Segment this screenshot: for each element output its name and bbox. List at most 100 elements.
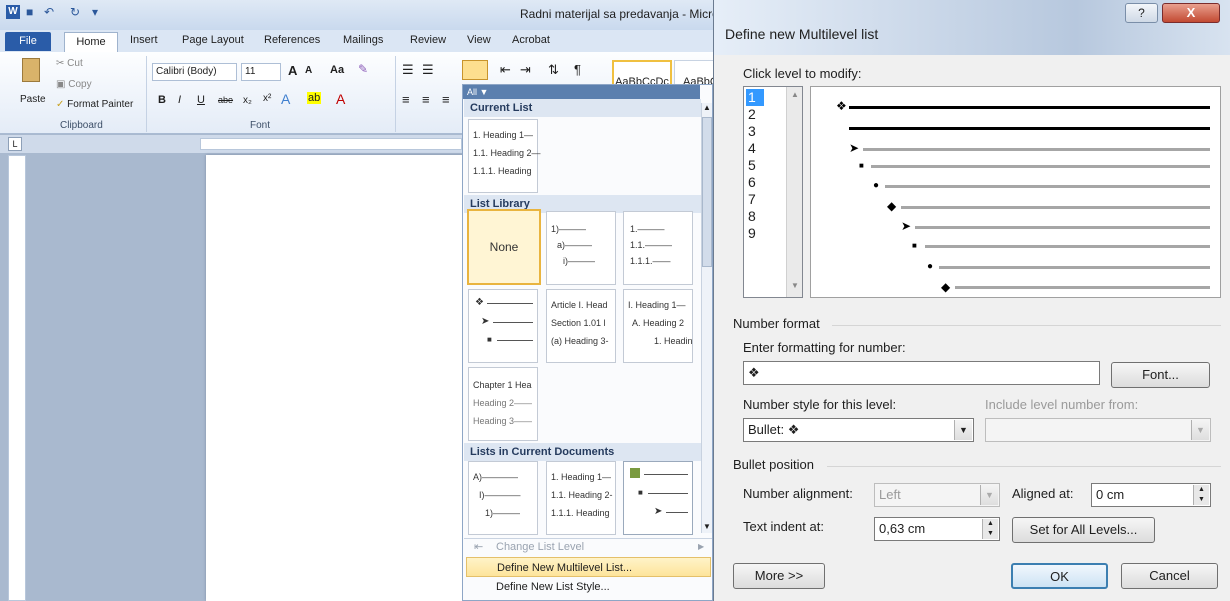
word-app-icon[interactable]: W (6, 5, 20, 19)
level-item[interactable]: 2 (746, 106, 786, 123)
font-name-combo[interactable]: Calibri (Body) (152, 63, 237, 81)
spinner-icon[interactable]: ▲ ▼ (1193, 485, 1209, 505)
tab-selector-icon[interactable]: L (8, 137, 22, 151)
list-library-article[interactable]: Article I. Head Section 1.01 l (a) Headi… (546, 289, 616, 363)
gallery-filter[interactable]: All ▼ (463, 85, 700, 99)
strikethrough-button[interactable]: abe (218, 95, 233, 105)
list-none[interactable]: None (467, 209, 541, 285)
format-painter-button[interactable]: ✓ Format Painter (56, 99, 133, 110)
ok-button[interactable]: OK (1011, 563, 1108, 589)
level-item[interactable]: 8 (746, 208, 786, 225)
tab-view[interactable]: View (467, 34, 491, 46)
align-left-icon[interactable]: ≡ (402, 92, 410, 107)
level-item[interactable]: 6 (746, 174, 786, 191)
sort-icon[interactable]: ⇅ (548, 62, 559, 78)
define-new-multilevel-list-item[interactable]: Define New Multilevel List... (466, 557, 711, 577)
scroll-up-icon[interactable]: ▲ (791, 90, 799, 99)
list-library-decimal[interactable]: 1.——— 1.1.——— 1.1.1.—— (623, 211, 693, 285)
cut-button[interactable]: ✂ Cut (56, 58, 83, 69)
tab-insert[interactable]: Insert (130, 34, 158, 46)
list-current-style[interactable]: 1. Heading 1— 1.1. Heading 2— 1.1.1. Hea… (468, 119, 541, 193)
undo-icon[interactable]: ↶ (44, 5, 54, 21)
change-list-level-item[interactable]: ⇤ Change List Level ▶ (466, 537, 711, 557)
chevron-down-icon[interactable]: ▼ (954, 420, 972, 440)
list-library-parenthesis[interactable]: 1)——— a)——— i)——— (546, 211, 616, 285)
highlight-icon[interactable]: ab (307, 92, 322, 104)
tab-acrobat[interactable]: Acrobat (512, 34, 550, 46)
ruler-track (200, 138, 462, 150)
chevron-down-icon[interactable]: ▼ (980, 485, 998, 505)
multilevel-list-button[interactable] (462, 60, 488, 80)
list-document-alpha[interactable]: A)———— I)———— 1)——— (468, 461, 538, 535)
show-marks-icon[interactable]: ¶ (574, 62, 581, 77)
paste-icon[interactable] (22, 58, 40, 82)
level-scrollbar[interactable]: ▲ ▼ (786, 87, 802, 297)
font-button[interactable]: Font... (1111, 362, 1210, 388)
list-library-roman[interactable]: I. Heading 1— A. Heading 2 1. Headin (623, 289, 693, 363)
bold-button[interactable]: B (158, 94, 166, 106)
define-new-list-style-item[interactable]: Define New List Style... (466, 577, 711, 597)
bullets-icon[interactable]: ☰ (402, 62, 414, 78)
increase-indent-icon[interactable]: ⇥ (520, 62, 531, 78)
superscript-button[interactable]: x² (263, 93, 271, 104)
tab-page-layout[interactable]: Page Layout (182, 34, 244, 46)
scroll-down-icon[interactable]: ▼ (791, 281, 799, 290)
number-style-select[interactable]: Bullet: ❖ ▼ (743, 418, 974, 442)
aligned-at-input[interactable]: 0 cm ▲ ▼ (1091, 483, 1211, 507)
vertical-ruler[interactable] (8, 155, 26, 601)
scroll-thumb[interactable] (702, 117, 712, 267)
level-item[interactable]: 7 (746, 191, 786, 208)
list-document-heading[interactable]: 1. Heading 1— 1.1. Heading 2- 1.1.1. Hea… (546, 461, 616, 535)
qat-customize-icon[interactable]: ▾ (92, 5, 98, 21)
font-size-combo[interactable]: 11 (241, 63, 281, 81)
redo-icon[interactable]: ↻ (70, 5, 80, 21)
preview-line (871, 165, 1210, 168)
gallery-scrollbar[interactable]: ▲ ▼ (701, 103, 712, 533)
subscript-button[interactable]: x₂ (243, 95, 252, 106)
level-list[interactable]: 1 2 3 4 5 6 7 8 9 ▲ ▼ (743, 86, 803, 298)
scroll-up-icon[interactable]: ▲ (703, 103, 711, 112)
italic-button[interactable]: I (178, 94, 181, 106)
number-alignment-value: Left (879, 487, 901, 502)
font-color-icon[interactable]: A (336, 91, 345, 107)
close-button[interactable]: X (1162, 3, 1220, 23)
grow-font-button[interactable]: A (288, 63, 297, 78)
level-item[interactable]: 1 (746, 89, 764, 106)
paste-button[interactable]: Paste (20, 94, 46, 105)
tab-review[interactable]: Review (410, 34, 446, 46)
level-item[interactable]: 9 (746, 225, 786, 242)
help-button[interactable]: ? (1125, 3, 1158, 23)
underline-button[interactable]: U (197, 94, 205, 106)
save-icon[interactable]: ■ (26, 5, 33, 21)
align-center-icon[interactable]: ≡ (422, 92, 430, 107)
change-case-button[interactable]: Aa (330, 64, 344, 76)
cancel-button[interactable]: Cancel (1121, 563, 1218, 589)
copy-button[interactable]: ▣ Copy (56, 79, 92, 90)
clear-format-icon[interactable]: ✎ (358, 62, 368, 76)
number-format-input[interactable]: ❖ (743, 361, 1100, 385)
tab-references[interactable]: References (264, 34, 320, 46)
text-indent-input[interactable]: 0,63 cm ▲ ▼ (874, 517, 1000, 541)
numbering-icon[interactable]: ☰ (422, 62, 434, 78)
decrease-indent-icon[interactable]: ⇤ (500, 62, 511, 78)
list-library-bullets[interactable]: ❖ ➤ ■ (468, 289, 538, 363)
tab-mailings[interactable]: Mailings (343, 34, 383, 46)
number-alignment-select[interactable]: Left ▼ (874, 483, 1000, 507)
spinner-icon[interactable]: ▲ ▼ (982, 519, 998, 539)
scroll-down-icon[interactable]: ▼ (703, 522, 711, 531)
document-page[interactable] (206, 155, 464, 601)
text-effects-icon[interactable]: A (281, 91, 290, 107)
align-right-icon[interactable]: ≡ (442, 92, 450, 107)
chevron-down-icon[interactable]: ▼ (1191, 420, 1209, 440)
level-item[interactable]: 3 (746, 123, 786, 140)
tab-file[interactable]: File (5, 32, 51, 51)
list-document-bullets[interactable]: ■ ➤ (623, 461, 693, 535)
set-for-all-levels-button[interactable]: Set for All Levels... (1012, 517, 1155, 543)
more-button[interactable]: More >> (733, 563, 825, 589)
level-item[interactable]: 4 (746, 140, 786, 157)
include-level-select[interactable]: ▼ (985, 418, 1211, 442)
list-library-chapter[interactable]: Chapter 1 Hea Heading 2—— Heading 3—— (468, 367, 538, 441)
shrink-font-button[interactable]: A (305, 65, 312, 76)
level-item[interactable]: 5 (746, 157, 786, 174)
tab-home[interactable]: Home (64, 32, 118, 52)
